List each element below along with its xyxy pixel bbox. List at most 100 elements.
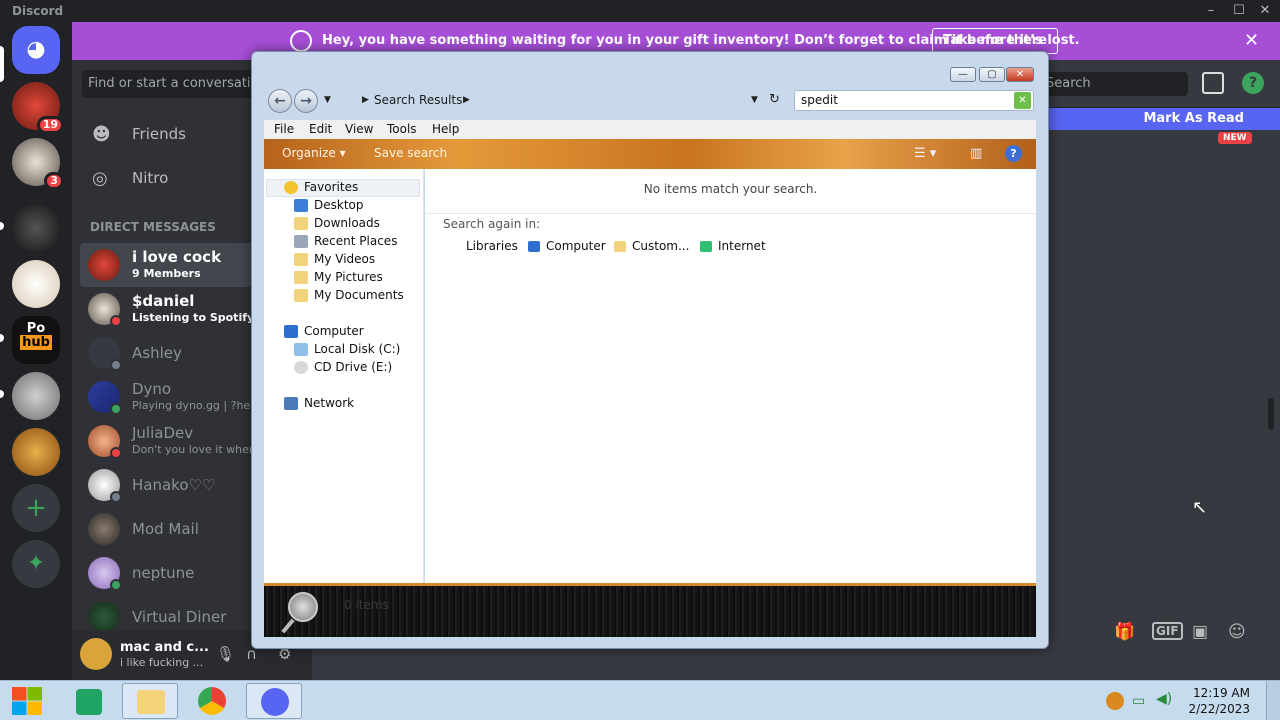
close-button[interactable]: ✕: [1006, 67, 1034, 82]
new-messages-tag: NEW: [1218, 132, 1252, 144]
explore-servers-button[interactable]: ✦: [12, 540, 60, 588]
avatar: [88, 513, 120, 545]
videos-folder-icon: [294, 253, 308, 266]
inbox-icon[interactable]: [1202, 72, 1224, 94]
minimize-button[interactable]: –: [1198, 2, 1224, 20]
organize-button[interactable]: Organize ▾: [282, 146, 346, 160]
navigation-pane: Favorites Desktop Downloads Recent Place…: [264, 169, 424, 637]
date: 2/22/2023: [1188, 702, 1250, 716]
discord-logo-icon: ◕: [12, 26, 60, 74]
dm-subtext: 9 Members: [132, 267, 201, 280]
status-dnd: [110, 315, 122, 327]
server-icon[interactable]: [12, 428, 60, 476]
recent-pages-chevron-icon[interactable]: ▼: [324, 95, 331, 105]
explorer-window: — ▢ ✕ ← → ▼ ▶ Search Results ▶ ▼ ↻ spedi…: [251, 51, 1049, 649]
desktop-label: Desktop: [314, 198, 364, 212]
recent-places-icon: [294, 235, 308, 248]
show-desktop-button[interactable]: [1266, 681, 1280, 720]
mouse-cursor-icon: ↖: [1192, 497, 1208, 518]
dm-avatar-unread-1[interactable]: 19: [12, 82, 64, 134]
emoji-icon[interactable]: ☺: [1228, 622, 1246, 642]
start-button[interactable]: [2, 683, 52, 719]
my-videos-label: My Videos: [314, 252, 376, 266]
volume-tray-icon[interactable]: ◀): [1156, 691, 1172, 707]
clear-search-icon[interactable]: ✕: [1014, 92, 1031, 109]
nav-friends-label: Friends: [132, 125, 186, 143]
taskbar: ▭ ◀) 12:19 AM 2/22/2023: [0, 680, 1280, 720]
clock[interactable]: 12:19 AM 2/22/2023: [1186, 685, 1250, 717]
taskbar-sheets-app[interactable]: [62, 683, 118, 719]
hard-drive-icon: [294, 343, 308, 356]
server-icon[interactable]: Po hub: [12, 316, 60, 364]
mute-microphone-icon[interactable]: 🎙: [216, 645, 235, 663]
view-options-icon[interactable]: ☰ ▾: [914, 146, 936, 161]
taskbar-discord[interactable]: [246, 683, 302, 719]
taskbar-explorer[interactable]: [122, 683, 178, 719]
breadcrumb-arrow-icon[interactable]: ▶: [463, 95, 470, 105]
preview-pane-icon[interactable]: ▥: [970, 146, 982, 161]
dm-name: Hanako♡♡: [132, 476, 216, 494]
nitro-icon: ◎: [92, 168, 108, 189]
mark-as-read-button[interactable]: Mark As Read: [1042, 108, 1280, 130]
pictures-folder-icon: [294, 271, 308, 284]
gif-button[interactable]: GIF: [1152, 622, 1183, 640]
maximize-button[interactable]: ▢: [979, 67, 1005, 82]
server-icon[interactable]: [12, 260, 60, 308]
internet-label: Internet: [718, 239, 766, 253]
dm-name: i love cock: [132, 248, 222, 266]
menu-file[interactable]: File: [274, 122, 294, 136]
help-icon[interactable]: ?: [1242, 72, 1264, 94]
user-avatar[interactable]: [80, 638, 112, 670]
recent-places-label: Recent Places: [314, 234, 398, 248]
libraries-label: Libraries: [466, 239, 518, 253]
minimize-button[interactable]: —: [950, 67, 976, 82]
dm-name: JuliaDev: [132, 424, 194, 442]
search-input[interactable]: Search: [1040, 72, 1188, 96]
search-magnifier-handle: [281, 618, 295, 634]
menu-view[interactable]: View: [345, 122, 373, 136]
direct-messages-header: DIRECT MESSAGES: [90, 220, 216, 234]
add-server-button[interactable]: +: [12, 484, 60, 532]
server-icon[interactable]: [12, 204, 60, 252]
status-online: [110, 579, 122, 591]
forward-button[interactable]: →: [294, 89, 318, 113]
server-icon[interactable]: [12, 372, 60, 420]
nav-nitro-label: Nitro: [132, 169, 169, 187]
dm-avatar-unread-2[interactable]: 3: [12, 138, 64, 190]
dm-subtext: Playing dyno.gg | ?help: [132, 399, 261, 412]
address-dropdown-icon[interactable]: ▼: [751, 95, 758, 105]
maximize-button[interactable]: ☐: [1226, 2, 1252, 20]
user-status: i like fucking ...: [120, 656, 204, 669]
save-search-button[interactable]: Save search: [374, 146, 447, 160]
avatar: [88, 601, 120, 633]
tray-app-icon[interactable]: [1106, 692, 1124, 710]
documents-folder-icon: [294, 289, 308, 302]
menu-edit[interactable]: Edit: [309, 122, 332, 136]
favorites-label: Favorites: [304, 180, 359, 194]
help-icon[interactable]: ?: [1005, 145, 1022, 162]
breadcrumb-arrow-icon[interactable]: ▶: [362, 95, 369, 105]
gift-icon[interactable]: 🎁: [1114, 622, 1135, 642]
taskbar-chrome[interactable]: [184, 683, 240, 719]
address-breadcrumb[interactable]: Search Results: [374, 93, 462, 107]
search-box[interactable]: spedit: [794, 90, 1034, 111]
downloads-folder-icon: [294, 217, 308, 230]
scrollbar[interactable]: [1268, 398, 1274, 430]
desktop-icon: [294, 199, 308, 212]
back-button[interactable]: ←: [268, 89, 292, 113]
close-window-button[interactable]: ✕: [1252, 2, 1278, 20]
refresh-icon[interactable]: ↻: [769, 92, 780, 107]
app-title: Discord: [12, 4, 64, 18]
dismiss-notice-icon[interactable]: ✕: [1244, 30, 1259, 51]
divider: [425, 213, 1036, 214]
computer-icon: [284, 325, 298, 338]
my-pictures-label: My Pictures: [314, 270, 383, 284]
cd-drive-label: CD Drive (E:): [314, 360, 393, 374]
menu-tools[interactable]: Tools: [387, 122, 417, 136]
menu-bar: File Edit View Tools Help: [264, 120, 1036, 139]
home-button[interactable]: ◕: [12, 26, 60, 74]
network-tray-icon[interactable]: ▭: [1132, 693, 1145, 709]
sticker-icon[interactable]: ▣: [1192, 622, 1208, 642]
time: 12:19 AM: [1193, 686, 1250, 700]
menu-help[interactable]: Help: [432, 122, 459, 136]
